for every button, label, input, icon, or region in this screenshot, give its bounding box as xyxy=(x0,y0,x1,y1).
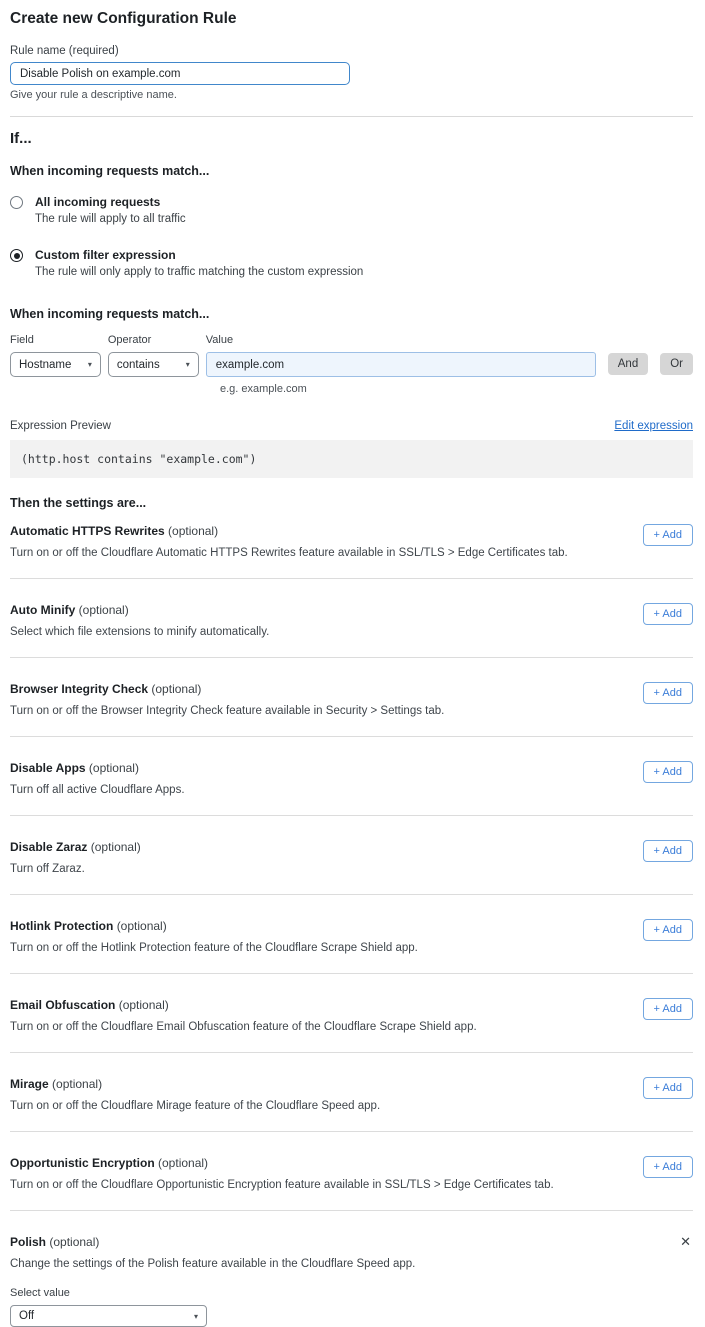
setting-opportunistic-encryption: Opportunistic Encryption (optional) Turn… xyxy=(10,1132,693,1211)
setting-name: Opportunistic Encryption (optional) xyxy=(10,1156,554,1170)
caret-down-icon: ▾ xyxy=(88,360,92,369)
incoming-requests-match-heading: When incoming requests match... xyxy=(10,164,693,178)
if-heading: If... xyxy=(10,130,693,147)
setting-description: Turn off all active Cloudflare Apps. xyxy=(10,784,185,796)
setting-description: Turn on or off the Cloudflare Email Obfu… xyxy=(10,1021,477,1033)
add-button[interactable]: + Add xyxy=(643,524,693,546)
close-icon[interactable]: ✕ xyxy=(680,1235,691,1248)
optional-tag: (optional) xyxy=(119,998,169,1012)
setting-description: Turn on or off the Hotlink Protection fe… xyxy=(10,942,418,954)
setting-disable-apps: Disable Apps (optional) Turn off all act… xyxy=(10,737,693,816)
radio-option-label: Custom filter expression xyxy=(35,248,363,262)
radio-selected-icon[interactable] xyxy=(10,249,23,262)
edit-expression-link[interactable]: Edit expression xyxy=(614,420,693,432)
optional-tag: (optional) xyxy=(151,682,201,696)
add-button[interactable]: + Add xyxy=(643,603,693,625)
optional-tag: (optional) xyxy=(91,840,141,854)
setting-browser-integrity-check: Browser Integrity Check (optional) Turn … xyxy=(10,658,693,737)
setting-auto-minify: Auto Minify (optional) Select which file… xyxy=(10,579,693,658)
setting-email-obfuscation: Email Obfuscation (optional) Turn on or … xyxy=(10,974,693,1053)
setting-description: Turn on or off the Cloudflare Automatic … xyxy=(10,547,568,559)
then-settings-heading: Then the settings are... xyxy=(10,496,693,510)
operator-select[interactable]: contains ▾ xyxy=(108,352,199,377)
add-button[interactable]: + Add xyxy=(643,919,693,941)
operator-select-value: contains xyxy=(117,359,160,371)
value-helper: e.g. example.com xyxy=(220,383,693,395)
setting-name: Disable Zaraz (optional) xyxy=(10,840,141,854)
field-select[interactable]: Hostname ▾ xyxy=(10,352,101,377)
page-title: Create new Configuration Rule xyxy=(10,10,693,28)
setting-description: Turn on or off the Browser Integrity Che… xyxy=(10,705,444,717)
radio-option-description: The rule will only apply to traffic matc… xyxy=(35,266,363,278)
expression-builder-heading: When incoming requests match... xyxy=(10,307,693,321)
setting-name: Hotlink Protection (optional) xyxy=(10,919,418,933)
section-divider xyxy=(10,116,693,117)
caret-down-icon: ▾ xyxy=(194,1312,198,1321)
expression-preview-code: (http.host contains "example.com") xyxy=(10,440,693,478)
setting-description: Turn off Zaraz. xyxy=(10,863,141,875)
setting-hotlink-protection: Hotlink Protection (optional) Turn on or… xyxy=(10,895,693,974)
add-button[interactable]: + Add xyxy=(643,1156,693,1178)
setting-description: Change the settings of the Polish featur… xyxy=(10,1258,693,1270)
setting-mirage: Mirage (optional) Turn on or off the Clo… xyxy=(10,1053,693,1132)
setting-description: Turn on or off the Cloudflare Opportunis… xyxy=(10,1179,554,1191)
rule-name-input[interactable] xyxy=(10,62,350,85)
add-button[interactable]: + Add xyxy=(643,682,693,704)
radio-option-custom-filter-expression[interactable]: Custom filter expression The rule will o… xyxy=(10,248,693,278)
optional-tag: (optional) xyxy=(49,1235,99,1249)
rule-name-label: Rule name (required) xyxy=(10,45,693,57)
and-button[interactable]: And xyxy=(608,353,648,375)
caret-down-icon: ▾ xyxy=(186,360,190,369)
setting-name: Browser Integrity Check (optional) xyxy=(10,682,444,696)
add-button[interactable]: + Add xyxy=(643,840,693,862)
add-button[interactable]: + Add xyxy=(643,761,693,783)
polish-value-select[interactable]: Off ▾ xyxy=(10,1305,207,1327)
radio-option-all-incoming-requests[interactable]: All incoming requests The rule will appl… xyxy=(10,195,693,225)
value-input[interactable] xyxy=(206,352,596,377)
setting-description: Select which file extensions to minify a… xyxy=(10,626,269,638)
radio-option-label: All incoming requests xyxy=(35,195,186,209)
value-label: Value xyxy=(206,334,596,346)
select-value-label: Select value xyxy=(10,1287,693,1299)
setting-name: Automatic HTTPS Rewrites (optional) xyxy=(10,524,568,538)
create-configuration-rule-page: Create new Configuration Rule Rule name … xyxy=(0,0,705,1327)
setting-description: Turn on or off the Cloudflare Mirage fea… xyxy=(10,1100,380,1112)
setting-name: Auto Minify (optional) xyxy=(10,603,269,617)
optional-tag: (optional) xyxy=(52,1077,102,1091)
field-label: Field xyxy=(10,334,101,346)
optional-tag: (optional) xyxy=(79,603,129,617)
setting-name: Mirage (optional) xyxy=(10,1077,380,1091)
radio-option-description: The rule will apply to all traffic xyxy=(35,213,186,225)
add-button[interactable]: + Add xyxy=(643,1077,693,1099)
setting-disable-zaraz: Disable Zaraz (optional) Turn off Zaraz.… xyxy=(10,816,693,895)
or-button[interactable]: Or xyxy=(660,353,693,375)
setting-polish-expanded: Polish (optional) Change the settings of… xyxy=(10,1211,693,1327)
radio-unselected-icon[interactable] xyxy=(10,196,23,209)
optional-tag: (optional) xyxy=(168,524,218,538)
rule-name-helper: Give your rule a descriptive name. xyxy=(10,89,693,101)
setting-name: Disable Apps (optional) xyxy=(10,761,185,775)
expression-builder-row: Field Hostname ▾ Operator contains ▾ Val… xyxy=(10,334,693,377)
optional-tag: (optional) xyxy=(117,919,167,933)
polish-select-value: Off xyxy=(19,1310,34,1322)
setting-name: Polish (optional) xyxy=(10,1235,693,1249)
setting-automatic-https-rewrites: Automatic HTTPS Rewrites (optional) Turn… xyxy=(10,510,693,579)
operator-label: Operator xyxy=(108,334,199,346)
field-select-value: Hostname xyxy=(19,359,71,371)
setting-name: Email Obfuscation (optional) xyxy=(10,998,477,1012)
optional-tag: (optional) xyxy=(158,1156,208,1170)
expression-preview-label: Expression Preview xyxy=(10,420,111,432)
add-button[interactable]: + Add xyxy=(643,998,693,1020)
optional-tag: (optional) xyxy=(89,761,139,775)
